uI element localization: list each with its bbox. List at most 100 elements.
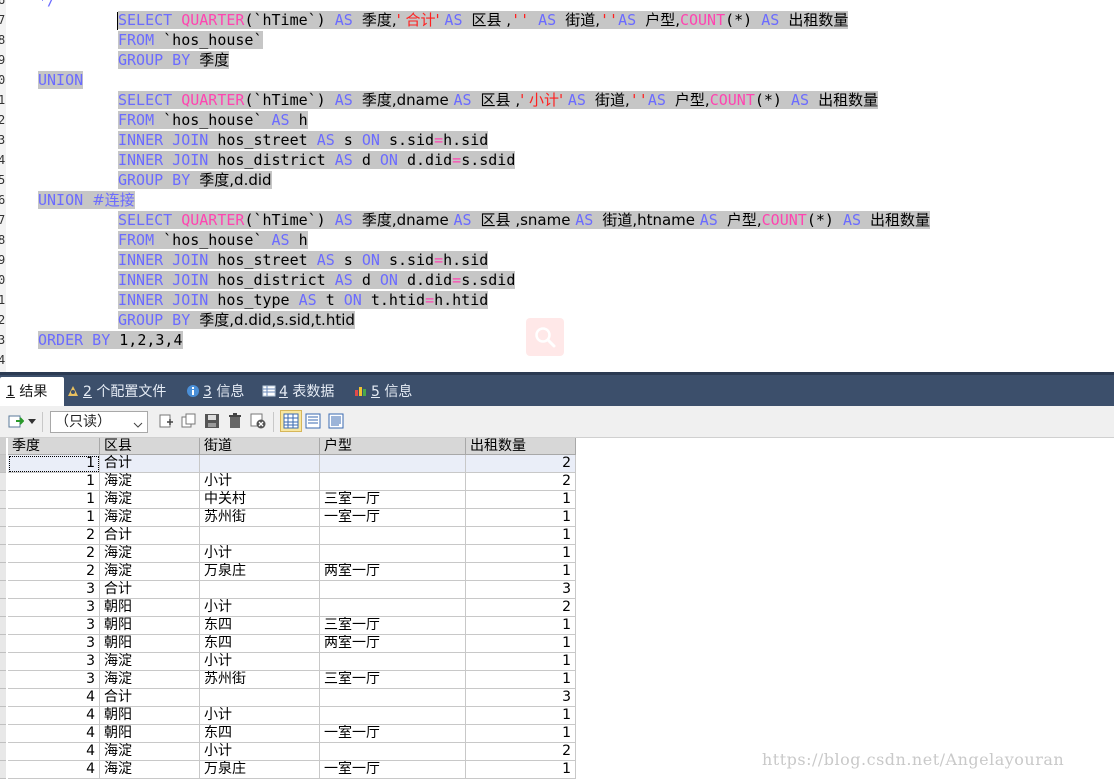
cell-quarter[interactable]: 3 <box>8 671 100 689</box>
cell-rental-count[interactable]: 2 <box>466 743 576 761</box>
cell-house-type[interactable]: 三室一厅 <box>320 491 466 509</box>
cell-street[interactable] <box>200 581 320 599</box>
cell-street[interactable]: 小计 <box>200 599 320 617</box>
form-view-icon[interactable] <box>305 413 321 429</box>
text-view-icon[interactable] <box>328 413 344 429</box>
cell-district[interactable]: 海淀 <box>100 743 200 761</box>
cell-district[interactable]: 合计 <box>100 455 200 473</box>
cell-quarter[interactable]: 4 <box>8 725 100 743</box>
cell-house-type[interactable]: 两室一厅 <box>320 563 466 581</box>
cell-quarter[interactable]: 1 <box>8 455 100 473</box>
column-header-street[interactable]: 街道 <box>200 438 320 455</box>
cell-rental-count[interactable]: 1 <box>466 563 576 581</box>
cell-street[interactable]: 小计 <box>200 545 320 563</box>
cell-rental-count[interactable]: 1 <box>466 707 576 725</box>
row-header[interactable] <box>0 671 6 689</box>
cell-rental-count[interactable]: 1 <box>466 491 576 509</box>
cell-rental-count[interactable]: 1 <box>466 617 576 635</box>
export-icon[interactable] <box>8 413 25 429</box>
cell-quarter[interactable]: 3 <box>8 653 100 671</box>
cell-street[interactable]: 东四 <box>200 617 320 635</box>
row-header[interactable] <box>0 653 6 671</box>
cell-quarter[interactable]: 4 <box>8 761 100 779</box>
cell-district[interactable]: 海淀 <box>100 563 200 581</box>
cell-rental-count[interactable]: 2 <box>466 599 576 617</box>
cell-house-type[interactable]: 两室一厅 <box>320 635 466 653</box>
cell-street[interactable]: 万泉庄 <box>200 761 320 779</box>
cell-house-type[interactable] <box>320 599 466 617</box>
results-grid[interactable]: 季度 区县 街道 户型 出租数量 1 合计 2 1 海淀 小计 2 1 海淀 中关村 三室一厅 1 1 海淀苏… <box>0 438 580 780</box>
cell-rental-count[interactable]: 1 <box>466 527 576 545</box>
cell-rental-count[interactable]: 1 <box>466 635 576 653</box>
cell-house-type[interactable] <box>320 455 466 473</box>
row-header[interactable] <box>0 563 6 581</box>
cell-street[interactable]: 苏州街 <box>200 509 320 527</box>
cell-street[interactable]: 万泉庄 <box>200 563 320 581</box>
tab-table-data[interactable]: 4 表数据 <box>262 379 334 405</box>
cell-house-type[interactable] <box>320 473 466 491</box>
cell-quarter[interactable]: 1 <box>8 509 100 527</box>
cell-street[interactable]: 小计 <box>200 653 320 671</box>
tab-results[interactable]: 1 结果 <box>0 377 64 407</box>
cell-district[interactable]: 合计 <box>100 527 200 545</box>
cell-street[interactable]: 苏州街 <box>200 671 320 689</box>
cell-street[interactable]: 小计 <box>200 707 320 725</box>
floating-search-icon[interactable] <box>526 318 564 356</box>
cell-quarter[interactable]: 3 <box>8 635 100 653</box>
column-header-quarter[interactable]: 季度 <box>8 438 100 455</box>
cell-district[interactable]: 朝阳 <box>100 617 200 635</box>
cell-district[interactable]: 朝阳 <box>100 725 200 743</box>
row-header[interactable] <box>0 743 6 761</box>
cell-street[interactable]: 东四 <box>200 635 320 653</box>
cell-house-type[interactable]: 一室一厅 <box>320 509 466 527</box>
dropdown-arrow-icon[interactable] <box>27 413 37 429</box>
cell-district[interactable]: 朝阳 <box>100 635 200 653</box>
cell-house-type[interactable] <box>320 689 466 707</box>
cell-rental-count[interactable]: 1 <box>466 671 576 689</box>
cell-quarter[interactable]: 2 <box>8 563 100 581</box>
cell-quarter[interactable]: 1 <box>8 491 100 509</box>
cell-rental-count[interactable]: 3 <box>466 689 576 707</box>
cell-house-type[interactable]: 三室一厅 <box>320 671 466 689</box>
copy-row-icon[interactable] <box>181 413 197 429</box>
cell-quarter[interactable]: 3 <box>8 617 100 635</box>
cell-house-type[interactable] <box>320 743 466 761</box>
sql-editor[interactable]: 6789012345678901234 */ SELECT QUARTER(`h… <box>0 0 1114 372</box>
row-header[interactable] <box>0 473 6 491</box>
cell-rental-count[interactable]: 1 <box>466 725 576 743</box>
cell-district[interactable]: 朝阳 <box>100 707 200 725</box>
insert-row-icon[interactable] <box>158 413 174 429</box>
cell-rental-count[interactable]: 1 <box>466 653 576 671</box>
cell-quarter[interactable]: 2 <box>8 527 100 545</box>
cell-rental-count[interactable]: 2 <box>466 473 576 491</box>
cell-rental-count[interactable]: 1 <box>466 545 576 563</box>
tab-profiles[interactable]: 2 个配置文件 <box>66 379 166 405</box>
cancel-icon[interactable] <box>250 413 266 429</box>
cell-quarter[interactable]: 3 <box>8 599 100 617</box>
cell-quarter[interactable]: 1 <box>8 473 100 491</box>
cell-quarter[interactable]: 3 <box>8 581 100 599</box>
cell-district[interactable]: 海淀 <box>100 761 200 779</box>
column-header-house-type[interactable]: 户型 <box>320 438 466 455</box>
cell-quarter[interactable]: 4 <box>8 743 100 761</box>
row-header[interactable] <box>0 599 6 617</box>
cell-street[interactable]: 中关村 <box>200 491 320 509</box>
cell-house-type[interactable] <box>320 545 466 563</box>
cell-district[interactable]: 海淀 <box>100 491 200 509</box>
cell-quarter[interactable]: 2 <box>8 545 100 563</box>
column-header-district[interactable]: 区县 <box>100 438 200 455</box>
row-header[interactable] <box>0 527 6 545</box>
cell-rental-count[interactable]: 1 <box>466 761 576 779</box>
cell-house-type[interactable] <box>320 653 466 671</box>
cell-street[interactable] <box>200 689 320 707</box>
row-header[interactable] <box>0 491 6 509</box>
cell-district[interactable]: 海淀 <box>100 509 200 527</box>
read-only-mode-select[interactable]: （只读） <box>50 411 148 433</box>
cell-rental-count[interactable]: 1 <box>466 509 576 527</box>
cell-street[interactable]: 东四 <box>200 725 320 743</box>
cell-street[interactable] <box>200 455 320 473</box>
row-header[interactable] <box>0 725 6 743</box>
cell-district[interactable]: 海淀 <box>100 653 200 671</box>
cell-district[interactable]: 海淀 <box>100 671 200 689</box>
row-header[interactable] <box>0 455 6 473</box>
